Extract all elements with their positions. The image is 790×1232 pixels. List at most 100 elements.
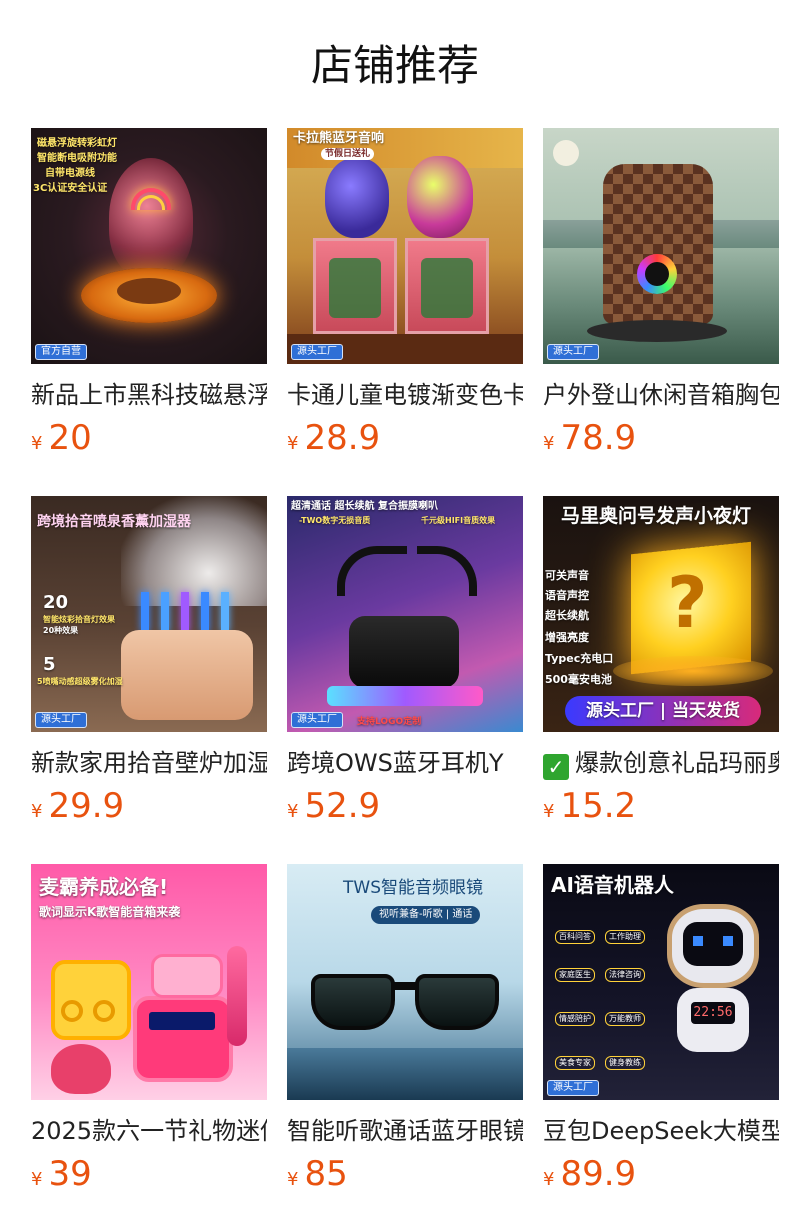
currency-symbol: ¥ (287, 433, 299, 454)
product-price: ¥29.9 (31, 786, 267, 832)
product-price: ¥15.2 (543, 786, 779, 832)
product-image: TWS智能音频眼镜 视听兼备-听歌 | 通话 (287, 864, 523, 1100)
product-name: 新品上市黑科技磁悬浮旋转彩虹灯 (31, 381, 267, 409)
image-caption-7: 万能教师 (605, 1012, 645, 1026)
image-caption-3: 工作助理 (605, 930, 645, 944)
robot-clock-display: 22:56 (693, 1005, 733, 1020)
product-name: ✓爆款创意礼品玛丽奥问号发声小夜灯 (543, 746, 779, 780)
product-name: 跨境OWS蓝牙耳机Y (287, 749, 504, 777)
product-name: 卡通儿童电镀渐变色卡拉熊蓝牙音响 (287, 381, 523, 409)
product-badge: 源头工厂 (291, 344, 343, 360)
product-price: ¥20 (31, 418, 267, 464)
price-value: 29.9 (48, 786, 125, 826)
currency-symbol: ¥ (31, 801, 43, 822)
product-image: 源头工厂 (543, 128, 779, 364)
currency-symbol: ¥ (31, 433, 43, 454)
product-card[interactable]: 22:56 AI语音机器人 百科问答 工作助理 家庭医生 法律咨询 情感陪护 万… (543, 864, 779, 1232)
image-caption-4: 家庭医生 (555, 968, 595, 982)
product-card[interactable]: ? 马里奥问号发声小夜灯 可关声音 语音声控 超长续航 增强亮度 Typec充电… (543, 496, 779, 864)
product-card[interactable]: 卡拉熊蓝牙音响 节假日送礼 源头工厂 卡通儿童电镀渐变色卡拉熊蓝牙音响 ¥28.… (287, 128, 523, 496)
image-caption-2: -TWO数字无损音质 (299, 516, 371, 525)
product-card[interactable]: 超清通话 超长续航 复合振膜喇叭 -TWO数字无损音质 千元级HIFI音质效果 … (287, 496, 523, 864)
price-value: 20 (48, 418, 92, 458)
store-recommendations-page: 店铺推荐 磁悬浮旋转彩虹灯 智能断电吸附功能 自带电源线 3C认证安全认证 官方… (0, 0, 790, 1232)
image-caption-1: 卡拉熊蓝牙音响 (293, 131, 385, 146)
product-name: 智能听歌通话蓝牙眼镜 (287, 1117, 523, 1145)
image-caption-2: 20 (43, 592, 69, 613)
image-caption-3: 智能炫彩拾音灯效果 (43, 615, 115, 624)
product-card[interactable]: TWS智能音频眼镜 视听兼备-听歌 | 通话 智能听歌通话蓝牙眼镜 ¥85 (287, 864, 523, 1232)
image-caption-1: 麦霸养成必备! (39, 875, 169, 899)
image-caption-3: 千元级HIFI音质效果 (421, 516, 496, 525)
product-price: ¥39 (31, 1154, 267, 1200)
image-caption-4: 20种效果 (43, 626, 79, 635)
product-image: 22:56 AI语音机器人 百科问答 工作助理 家庭医生 法律咨询 情感陪护 万… (543, 864, 779, 1100)
currency-symbol: ¥ (287, 801, 299, 822)
image-caption-6: 5喷嘴动感超级雾化加湿 (37, 677, 123, 686)
image-caption-1: 马里奥问号发声小夜灯 (561, 505, 752, 527)
product-card[interactable]: 磁悬浮旋转彩虹灯 智能断电吸附功能 自带电源线 3C认证安全认证 官方自营 新品… (31, 128, 267, 496)
price-value: 28.9 (304, 418, 381, 458)
product-price: ¥89.9 (543, 1154, 779, 1200)
product-image: 卡拉熊蓝牙音响 节假日送礼 源头工厂 (287, 128, 523, 364)
product-price: ¥28.9 (287, 418, 523, 464)
image-caption-1: 磁悬浮旋转彩虹灯 (37, 138, 117, 149)
product-price: ¥78.9 (543, 418, 779, 464)
question-mark-icon: ? (667, 562, 708, 644)
image-caption-2: 可关声音 (545, 569, 589, 582)
product-name: 豆包DeepSeek大模型AI语音机器人 (543, 1117, 779, 1145)
image-caption-2: 视听兼备-听歌 | 通话 (371, 906, 481, 924)
product-image: 麦霸养成必备! 歌词显示K歌智能音箱来袭 (31, 864, 267, 1100)
price-value: 39 (48, 1154, 92, 1194)
image-caption-1: AI语音机器人 (551, 873, 674, 897)
product-image: 磁悬浮旋转彩虹灯 智能断电吸附功能 自带电源线 3C认证安全认证 官方自营 (31, 128, 267, 364)
image-caption-2: 智能断电吸附功能 (37, 153, 117, 164)
product-name: 2025款六一节礼物迷你K歌音箱 (31, 1117, 267, 1145)
currency-symbol: ¥ (287, 1169, 299, 1190)
image-caption-1: 超清通话 超长续航 复合振膜喇叭 (291, 501, 438, 512)
product-price: ¥85 (287, 1154, 523, 1200)
image-caption-5: 增强亮度 (545, 631, 589, 644)
image-caption-2: 节假日送礼 (321, 148, 375, 160)
price-value: 15.2 (560, 786, 637, 826)
product-card[interactable]: 麦霸养成必备! 歌词显示K歌智能音箱来袭 2025款六一节礼物迷你K歌音箱 ¥3… (31, 864, 267, 1232)
image-caption-6: Typec充电口 (545, 652, 614, 665)
image-caption-3: 自带电源线 (45, 168, 95, 179)
image-caption-4: 3C认证安全认证 (33, 183, 108, 194)
price-value: 85 (304, 1154, 348, 1194)
product-badge: 源头工厂 (35, 712, 87, 728)
currency-symbol: ¥ (543, 801, 555, 822)
product-name: 户外登山休闲音箱胸包背包 (543, 381, 779, 409)
currency-symbol: ¥ (543, 1169, 555, 1190)
product-price: ¥52.9 (287, 786, 523, 832)
price-value: 52.9 (304, 786, 381, 826)
product-image: 跨境拾音喷泉香薰加湿器 20 智能炫彩拾音灯效果 20种效果 5 5喷嘴动感超级… (31, 496, 267, 732)
image-caption-1: 跨境拾音喷泉香薰加湿器 (37, 514, 191, 530)
product-name-text: 爆款创意礼品玛丽奥问号发声小夜灯 (575, 749, 779, 777)
image-caption-8: 源头工厂 | 当天发货 (565, 696, 761, 726)
image-caption-6: 情感陪护 (555, 1012, 595, 1026)
product-grid: 磁悬浮旋转彩虹灯 智能断电吸附功能 自带电源线 3C认证安全认证 官方自营 新品… (31, 128, 779, 1232)
currency-symbol: ¥ (31, 1169, 43, 1190)
product-badge: 源头工厂 (291, 712, 343, 728)
image-caption-2: 歌词显示K歌智能音箱来袭 (39, 905, 181, 919)
image-caption-5: 5 (43, 654, 56, 675)
image-caption-3: 语音声控 (545, 589, 589, 602)
currency-symbol: ¥ (543, 433, 555, 454)
section-title: 店铺推荐 (310, 41, 479, 90)
image-caption-4: 支持LOGO定制 (357, 717, 422, 727)
product-image: 超清通话 超长续航 复合振膜喇叭 -TWO数字无损音质 千元级HIFI音质效果 … (287, 496, 523, 732)
product-name: 新款家用拾音壁炉加湿器 (31, 749, 267, 777)
image-caption-8: 美食专家 (555, 1056, 595, 1070)
checkmark-icon: ✓ (543, 754, 569, 780)
image-caption-7: 500毫安电池 (545, 673, 612, 686)
price-value: 89.9 (560, 1154, 637, 1194)
product-badge: 源头工厂 (547, 344, 599, 360)
product-image: ? 马里奥问号发声小夜灯 可关声音 语音声控 超长续航 增强亮度 Typec充电… (543, 496, 779, 732)
product-badge: 官方自营 (35, 344, 87, 360)
product-card[interactable]: 跨境拾音喷泉香薰加湿器 20 智能炫彩拾音灯效果 20种效果 5 5喷嘴动感超级… (31, 496, 267, 864)
product-card[interactable]: 源头工厂 户外登山休闲音箱胸包背包 ¥78.9 (543, 128, 779, 496)
image-caption-1: TWS智能音频眼镜 (343, 878, 483, 898)
image-caption-5: 法律咨询 (605, 968, 645, 982)
image-caption-9: 健身教练 (605, 1056, 645, 1070)
